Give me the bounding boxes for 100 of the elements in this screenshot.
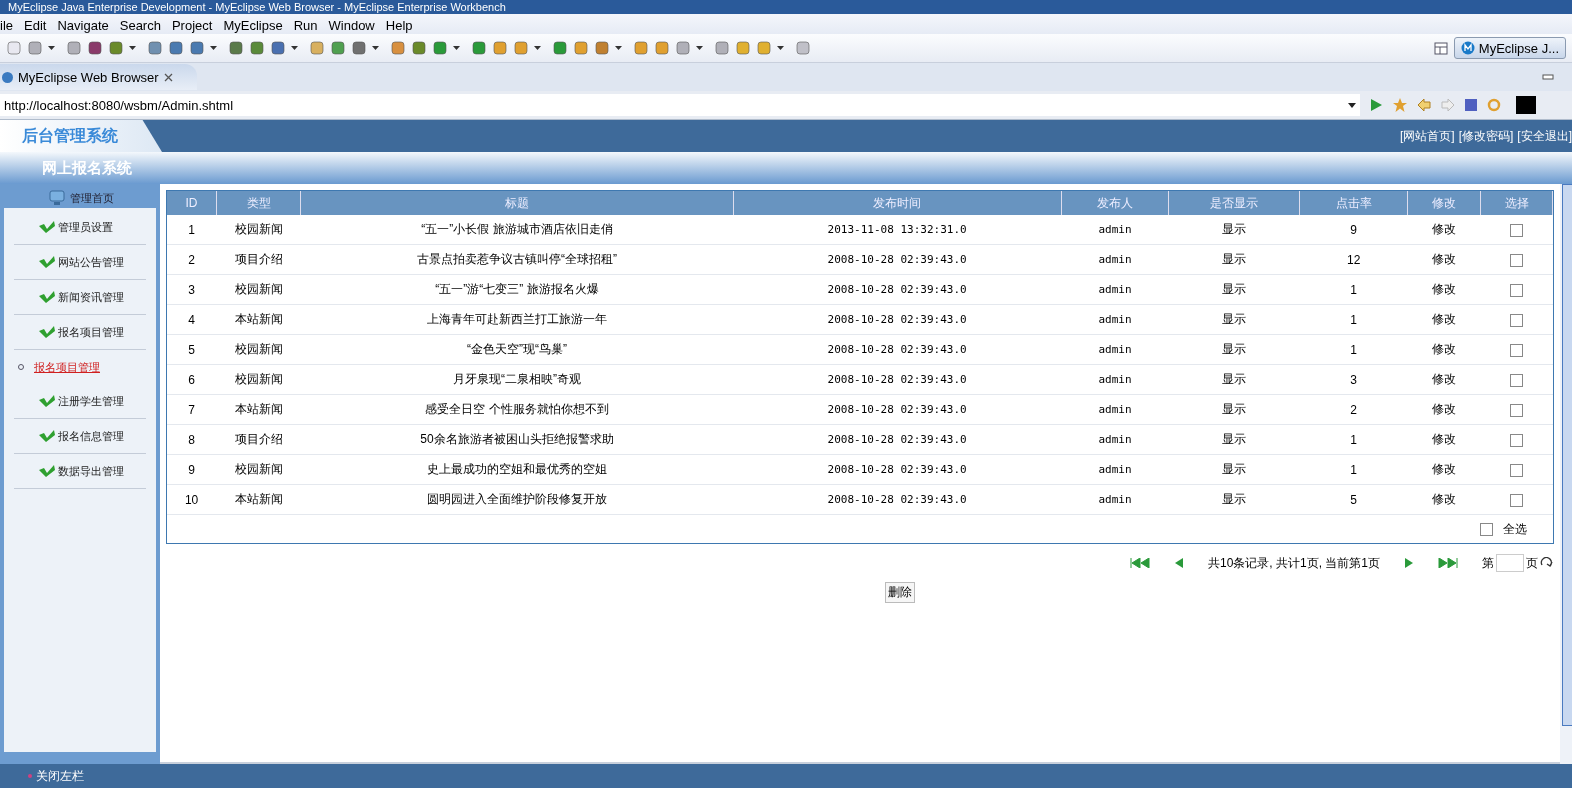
table-cell: 1 bbox=[1299, 454, 1408, 485]
caret-icon[interactable] bbox=[291, 46, 298, 50]
menu-item[interactable]: ile bbox=[0, 17, 20, 33]
table-cell: 感受全日空 个性服务就怕你想不到 bbox=[300, 394, 734, 425]
previous-page-icon[interactable] bbox=[1173, 558, 1184, 568]
table-cell: 项目介绍 bbox=[216, 424, 301, 455]
sidebar-item[interactable]: 管理员设置 bbox=[58, 219, 113, 235]
checkbox[interactable] bbox=[1510, 223, 1524, 237]
sidebar-item[interactable]: 注册学生管理 bbox=[58, 393, 124, 409]
checkbox[interactable] bbox=[1510, 463, 1524, 477]
stop-icon[interactable] bbox=[1464, 98, 1478, 112]
sidebar-item[interactable]: 网站公告管理 bbox=[58, 254, 124, 270]
table-cell: 显示 bbox=[1168, 484, 1300, 515]
scrollbar-thumb[interactable] bbox=[1562, 184, 1572, 726]
edit-link[interactable]: 修改 bbox=[1407, 215, 1481, 245]
table-cell: “五一”小长假 旅游城市酒店依旧走俏 bbox=[300, 215, 734, 245]
computer-icon bbox=[48, 190, 66, 206]
table-cell: 7 bbox=[167, 394, 217, 425]
first-page-icon[interactable] bbox=[1129, 558, 1150, 568]
table-cell: 1 bbox=[1299, 424, 1408, 455]
table-cell: 2013-11-08 13:32:31.0 bbox=[733, 215, 1062, 245]
caret-icon[interactable] bbox=[48, 46, 55, 50]
header-link[interactable]: [安全退出] bbox=[1517, 127, 1572, 145]
table-cell: 2008-10-28 02:39:43.0 bbox=[733, 244, 1062, 275]
logo-icon bbox=[1460, 41, 1475, 55]
caret-icon[interactable] bbox=[696, 46, 703, 50]
last-page-icon[interactable] bbox=[1438, 558, 1458, 568]
sidebar-item[interactable]: 数据导出管理 bbox=[58, 463, 124, 479]
header-link[interactable]: [修改密码] bbox=[1458, 127, 1514, 145]
page-input[interactable] bbox=[1496, 554, 1524, 572]
system-title: 网上报名系统 bbox=[42, 158, 132, 178]
menu-item[interactable]: Edit bbox=[20, 17, 54, 33]
checkbox[interactable] bbox=[1510, 433, 1524, 447]
table-cell: 5 bbox=[167, 334, 217, 365]
column-header: 类型 bbox=[216, 191, 301, 215]
checkbox[interactable] bbox=[1510, 283, 1524, 297]
column-header: ID bbox=[167, 191, 217, 215]
checkbox[interactable] bbox=[1510, 373, 1524, 387]
table-cell: 1 bbox=[1299, 334, 1408, 365]
edit-link[interactable]: 修改 bbox=[1407, 244, 1481, 275]
menu-item[interactable]: Help bbox=[381, 17, 420, 33]
checkbox[interactable] bbox=[1510, 493, 1524, 507]
go-icon[interactable] bbox=[1368, 97, 1384, 113]
minimize-icon[interactable] bbox=[1542, 74, 1554, 80]
header-link[interactable]: [网站首页] bbox=[1400, 127, 1455, 145]
menu-item[interactable]: Project bbox=[167, 17, 220, 33]
edit-link[interactable]: 修改 bbox=[1407, 424, 1481, 455]
edit-link[interactable]: 修改 bbox=[1407, 394, 1481, 425]
edit-link[interactable]: 修改 bbox=[1407, 484, 1481, 515]
menu-item[interactable]: Navigate bbox=[53, 17, 116, 33]
window-icon[interactable] bbox=[1432, 40, 1449, 56]
checkbox[interactable] bbox=[1510, 403, 1524, 417]
edit-link[interactable]: 修改 bbox=[1407, 454, 1481, 485]
table-cell: 本站新闻 bbox=[216, 394, 301, 425]
next-page-icon[interactable] bbox=[1404, 558, 1414, 568]
sidebar-item[interactable]: 新闻资讯管理 bbox=[58, 289, 124, 305]
editor-tab[interactable]: MyEclipse Web Browser bbox=[0, 64, 197, 90]
menu-item[interactable]: Window bbox=[324, 17, 382, 33]
checkbox[interactable] bbox=[1480, 522, 1493, 536]
home-link[interactable]: 管理首页 bbox=[70, 190, 114, 206]
table-cell: 1 bbox=[1299, 304, 1408, 335]
caret-icon[interactable] bbox=[615, 46, 622, 50]
table-cell: 2008-10-28 02:39:43.0 bbox=[733, 394, 1062, 425]
caret-icon[interactable] bbox=[372, 46, 379, 50]
dropdown-icon[interactable] bbox=[1348, 102, 1356, 108]
edit-link[interactable]: 修改 bbox=[1407, 364, 1481, 395]
sidebar-item[interactable]: 报名项目管理 bbox=[34, 359, 100, 375]
checkbox[interactable] bbox=[1510, 313, 1524, 327]
window-title: MyEclipse Java Enterprise Development - MyEclipse Web Browser - MyEclipse Enterprise Workbench bbox=[8, 0, 506, 14]
caret-icon[interactable] bbox=[129, 46, 136, 50]
url-field[interactable]: http://localhost:8080/wsbm/Admin.shtml bbox=[0, 94, 1360, 116]
delete-button[interactable]: 删除 bbox=[885, 582, 915, 603]
menu-item[interactable]: Run bbox=[289, 17, 325, 33]
menu-item[interactable]: Search bbox=[115, 17, 168, 33]
menu-item[interactable]: MyEclipse bbox=[219, 17, 290, 33]
caret-icon[interactable] bbox=[453, 46, 460, 50]
table-cell: admin bbox=[1061, 334, 1169, 365]
close-icon[interactable] bbox=[163, 72, 173, 82]
table-cell: 1 bbox=[1299, 274, 1408, 305]
column-header: 点击率 bbox=[1299, 191, 1408, 215]
sidebar-item[interactable]: 报名项目管理 bbox=[58, 324, 124, 340]
perspective-button[interactable]: MyEclipse J... bbox=[1453, 37, 1566, 59]
table-cell: admin bbox=[1061, 394, 1169, 425]
edit-link[interactable]: 修改 bbox=[1407, 304, 1481, 335]
table-cell: 2008-10-28 02:39:43.0 bbox=[733, 364, 1062, 395]
caret-icon[interactable] bbox=[534, 46, 541, 50]
table-cell: 上海青年可赴新西兰打工旅游一年 bbox=[300, 304, 734, 335]
caret-icon[interactable] bbox=[210, 46, 217, 50]
column-header: 标题 bbox=[300, 191, 734, 215]
edit-link[interactable]: 修改 bbox=[1407, 334, 1481, 365]
caret-icon[interactable] bbox=[777, 46, 784, 50]
table-cell: admin bbox=[1061, 304, 1169, 335]
sidebar-item[interactable]: 报名信息管理 bbox=[58, 428, 124, 444]
table-cell: 显示 bbox=[1168, 274, 1300, 305]
edit-link[interactable]: 修改 bbox=[1407, 274, 1481, 305]
checkbox[interactable] bbox=[1510, 343, 1524, 357]
table-cell: 2008-10-28 02:39:43.0 bbox=[733, 274, 1062, 305]
collapse-sidebar-link[interactable]: 关闭左栏 bbox=[36, 767, 84, 785]
star-icon[interactable] bbox=[1392, 97, 1408, 113]
checkbox[interactable] bbox=[1510, 253, 1524, 267]
